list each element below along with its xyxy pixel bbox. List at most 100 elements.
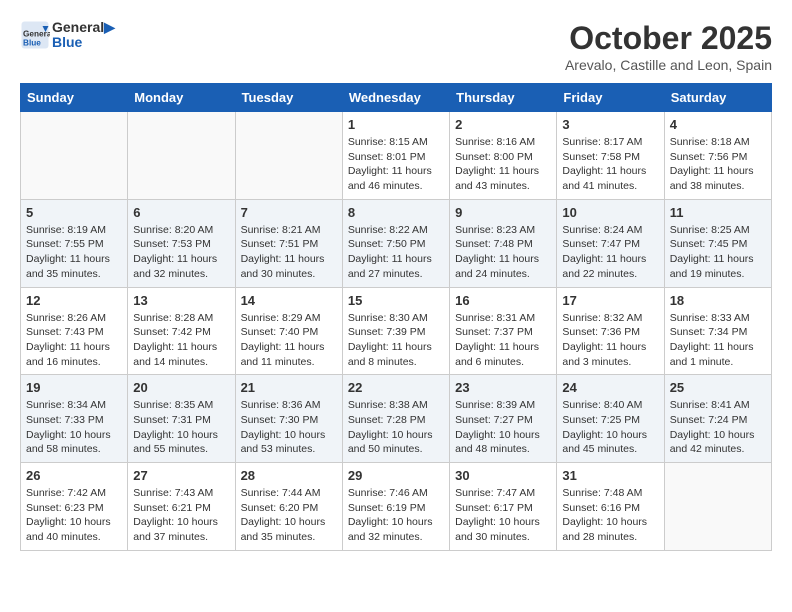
- calendar-cell: 21Sunrise: 8:36 AM Sunset: 7:30 PM Dayli…: [235, 375, 342, 463]
- calendar-cell: 10Sunrise: 8:24 AM Sunset: 7:47 PM Dayli…: [557, 199, 664, 287]
- calendar-table: SundayMondayTuesdayWednesdayThursdayFrid…: [20, 83, 772, 551]
- day-info: Sunrise: 8:29 AM Sunset: 7:40 PM Dayligh…: [241, 311, 337, 370]
- day-info: Sunrise: 8:15 AM Sunset: 8:01 PM Dayligh…: [348, 135, 444, 194]
- day-number: 25: [670, 380, 766, 395]
- day-info: Sunrise: 8:23 AM Sunset: 7:48 PM Dayligh…: [455, 223, 551, 282]
- day-info: Sunrise: 8:30 AM Sunset: 7:39 PM Dayligh…: [348, 311, 444, 370]
- calendar-cell: 4 Sunrise: 8:18 AM Sunset: 7:56 PM Daylig…: [664, 112, 771, 200]
- calendar-cell: 13 Sunrise: 8:28 AM Sunset: 7:42 PM Dayli…: [128, 287, 235, 375]
- day-number: 17: [562, 293, 658, 308]
- calendar-cell: 16 Sunrise: 8:31 AM Sunset: 7:37 PM Dayli…: [450, 287, 557, 375]
- calendar-cell: 8 Sunrise: 8:22 AM Sunset: 7:50 PM Daylig…: [342, 199, 449, 287]
- day-info: Sunrise: 8:28 AM Sunset: 7:42 PM Dayligh…: [133, 311, 229, 370]
- day-number: 1: [348, 117, 444, 132]
- calendar-week-row: 5 Sunrise: 8:19 AM Sunset: 7:55 PM Daylig…: [21, 199, 772, 287]
- svg-text:Blue: Blue: [23, 39, 41, 48]
- calendar-cell: 24Sunrise: 8:40 AM Sunset: 7:25 PM Dayli…: [557, 375, 664, 463]
- day-number: 7: [241, 205, 337, 220]
- day-number: 11: [670, 205, 766, 220]
- logo-blue: Blue: [52, 35, 115, 50]
- day-info: Sunrise: 8:17 AM Sunset: 7:58 PM Dayligh…: [562, 135, 658, 194]
- logo-general: General: [52, 19, 104, 35]
- day-number: 18: [670, 293, 766, 308]
- day-number: 22: [348, 380, 444, 395]
- day-number: 8: [348, 205, 444, 220]
- weekday-header-row: SundayMondayTuesdayWednesdayThursdayFrid…: [21, 84, 772, 112]
- day-number: 28: [241, 468, 337, 483]
- day-number: 4: [670, 117, 766, 132]
- calendar-cell: 17 Sunrise: 8:32 AM Sunset: 7:36 PM Dayli…: [557, 287, 664, 375]
- day-number: 30: [455, 468, 551, 483]
- day-info: Sunrise: 8:33 AM Sunset: 7:34 PM Dayligh…: [670, 311, 766, 370]
- day-info: Sunrise: 8:38 AM Sunset: 7:28 PM Dayligh…: [348, 398, 444, 457]
- day-number: 23: [455, 380, 551, 395]
- day-number: 12: [26, 293, 122, 308]
- day-number: 13: [133, 293, 229, 308]
- calendar-cell: [664, 463, 771, 551]
- calendar-week-row: 19 Sunrise: 8:34 AM Sunset: 7:33 PM Dayli…: [21, 375, 772, 463]
- calendar-cell: 6Sunrise: 8:20 AM Sunset: 7:53 PM Daylig…: [128, 199, 235, 287]
- day-info: Sunrise: 8:39 AM Sunset: 7:27 PM Dayligh…: [455, 398, 551, 457]
- calendar-cell: 30 Sunrise: 7:47 AM Sunset: 6:17 PM Dayli…: [450, 463, 557, 551]
- day-info: Sunrise: 7:44 AM Sunset: 6:20 PM Dayligh…: [241, 486, 337, 545]
- day-info: Sunrise: 8:16 AM Sunset: 8:00 PM Dayligh…: [455, 135, 551, 194]
- calendar-cell: 26Sunrise: 7:42 AM Sunset: 6:23 PM Dayli…: [21, 463, 128, 551]
- weekday-header-saturday: Saturday: [664, 84, 771, 112]
- logo-flag: ▶: [104, 19, 115, 35]
- day-number: 5: [26, 205, 122, 220]
- day-info: Sunrise: 8:32 AM Sunset: 7:36 PM Dayligh…: [562, 311, 658, 370]
- calendar-cell: 18 Sunrise: 8:33 AM Sunset: 7:34 PM Dayli…: [664, 287, 771, 375]
- day-info: Sunrise: 7:47 AM Sunset: 6:17 PM Dayligh…: [455, 486, 551, 545]
- header: General Blue General▶ Blue October 2025 …: [20, 20, 772, 73]
- weekday-header-tuesday: Tuesday: [235, 84, 342, 112]
- logo-icon: General Blue: [20, 20, 50, 50]
- calendar-cell: 12Sunrise: 8:26 AM Sunset: 7:43 PM Dayli…: [21, 287, 128, 375]
- day-info: Sunrise: 8:22 AM Sunset: 7:50 PM Dayligh…: [348, 223, 444, 282]
- calendar-cell: 3 Sunrise: 8:17 AM Sunset: 7:58 PM Daylig…: [557, 112, 664, 200]
- logo: General Blue General▶ Blue: [20, 20, 115, 51]
- calendar-title: October 2025: [565, 20, 772, 57]
- calendar-cell: 15 Sunrise: 8:30 AM Sunset: 7:39 PM Dayli…: [342, 287, 449, 375]
- calendar-cell: 23 Sunrise: 8:39 AM Sunset: 7:27 PM Dayli…: [450, 375, 557, 463]
- calendar-cell: 1 Sunrise: 8:15 AM Sunset: 8:01 PM Daylig…: [342, 112, 449, 200]
- calendar-cell: 9 Sunrise: 8:23 AM Sunset: 7:48 PM Daylig…: [450, 199, 557, 287]
- day-number: 20: [133, 380, 229, 395]
- calendar-cell: 19 Sunrise: 8:34 AM Sunset: 7:33 PM Dayli…: [21, 375, 128, 463]
- logo-text: General▶: [52, 20, 115, 35]
- weekday-header-wednesday: Wednesday: [342, 84, 449, 112]
- day-number: 19: [26, 380, 122, 395]
- calendar-cell: 11 Sunrise: 8:25 AM Sunset: 7:45 PM Dayli…: [664, 199, 771, 287]
- day-info: Sunrise: 8:21 AM Sunset: 7:51 PM Dayligh…: [241, 223, 337, 282]
- day-info: Sunrise: 8:40 AM Sunset: 7:25 PM Dayligh…: [562, 398, 658, 457]
- day-info: Sunrise: 8:19 AM Sunset: 7:55 PM Dayligh…: [26, 223, 122, 282]
- day-number: 14: [241, 293, 337, 308]
- calendar-week-row: 26Sunrise: 7:42 AM Sunset: 6:23 PM Dayli…: [21, 463, 772, 551]
- calendar-cell: 31Sunrise: 7:48 AM Sunset: 6:16 PM Dayli…: [557, 463, 664, 551]
- title-block: October 2025 Arevalo, Castille and Leon,…: [565, 20, 772, 73]
- day-info: Sunrise: 8:18 AM Sunset: 7:56 PM Dayligh…: [670, 135, 766, 194]
- weekday-header-thursday: Thursday: [450, 84, 557, 112]
- day-number: 2: [455, 117, 551, 132]
- day-info: Sunrise: 8:34 AM Sunset: 7:33 PM Dayligh…: [26, 398, 122, 457]
- calendar-cell: 29Sunrise: 7:46 AM Sunset: 6:19 PM Dayli…: [342, 463, 449, 551]
- calendar-cell: [235, 112, 342, 200]
- calendar-cell: 27Sunrise: 7:43 AM Sunset: 6:21 PM Dayli…: [128, 463, 235, 551]
- day-number: 6: [133, 205, 229, 220]
- day-number: 21: [241, 380, 337, 395]
- day-info: Sunrise: 8:35 AM Sunset: 7:31 PM Dayligh…: [133, 398, 229, 457]
- calendar-cell: 20 Sunrise: 8:35 AM Sunset: 7:31 PM Dayli…: [128, 375, 235, 463]
- day-info: Sunrise: 7:43 AM Sunset: 6:21 PM Dayligh…: [133, 486, 229, 545]
- calendar-cell: 14 Sunrise: 8:29 AM Sunset: 7:40 PM Dayli…: [235, 287, 342, 375]
- day-info: Sunrise: 7:42 AM Sunset: 6:23 PM Dayligh…: [26, 486, 122, 545]
- weekday-header-sunday: Sunday: [21, 84, 128, 112]
- calendar-cell: [21, 112, 128, 200]
- day-number: 3: [562, 117, 658, 132]
- day-number: 9: [455, 205, 551, 220]
- day-info: Sunrise: 8:25 AM Sunset: 7:45 PM Dayligh…: [670, 223, 766, 282]
- day-number: 15: [348, 293, 444, 308]
- calendar-cell: 2 Sunrise: 8:16 AM Sunset: 8:00 PM Daylig…: [450, 112, 557, 200]
- day-number: 16: [455, 293, 551, 308]
- calendar-week-row: 12Sunrise: 8:26 AM Sunset: 7:43 PM Dayli…: [21, 287, 772, 375]
- day-number: 31: [562, 468, 658, 483]
- day-info: Sunrise: 8:31 AM Sunset: 7:37 PM Dayligh…: [455, 311, 551, 370]
